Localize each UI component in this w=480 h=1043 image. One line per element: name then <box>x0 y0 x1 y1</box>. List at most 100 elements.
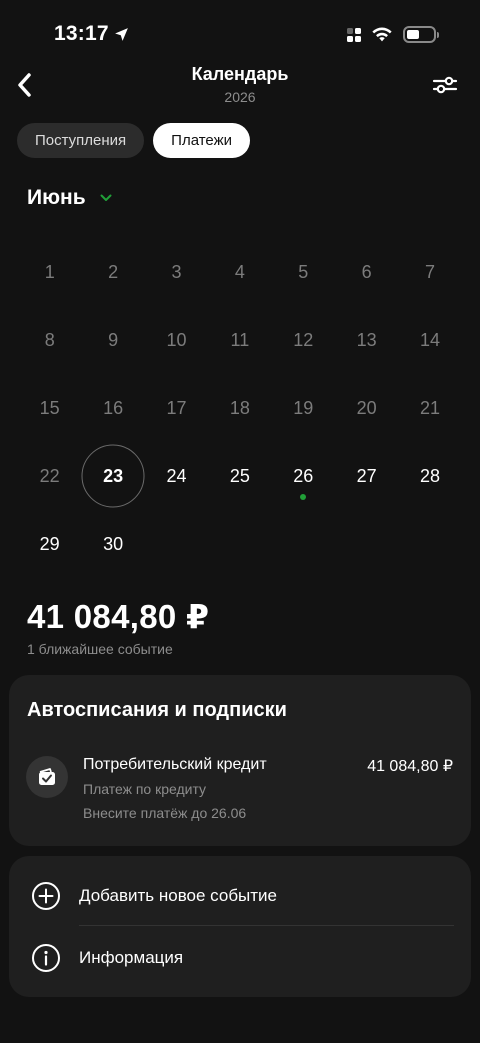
calendar-day-number: 21 <box>420 397 441 418</box>
calendar-day[interactable]: 19 <box>272 374 335 442</box>
status-time: 13:17 <box>54 22 130 46</box>
cellular-signal-icon <box>347 27 361 42</box>
calendar-day[interactable]: 25 <box>208 442 271 510</box>
calendar-day[interactable]: 21 <box>398 374 461 442</box>
calendar-week-row: 15 16 17 18 19 20 21 <box>18 374 462 442</box>
month-label: Июнь <box>27 186 86 209</box>
calendar-day-number: 27 <box>356 465 377 486</box>
calendar-day-number: 11 <box>230 329 250 350</box>
calendar-day-number: 24 <box>166 465 187 486</box>
calendar-day-number: 5 <box>298 261 309 282</box>
payment-name: Потребительский кредит <box>83 756 267 773</box>
calendar-grid: 1 2 3 4 5 6 7 8 9 10 11 12 13 14 15 16 17 18 19 20 21 22 23 24 2… <box>18 238 462 578</box>
battery-icon <box>403 26 439 43</box>
calendar-day-number: 13 <box>356 329 377 350</box>
autopay-title: Автосписания и подписки <box>27 699 287 721</box>
calendar-day[interactable]: 15 <box>18 374 81 442</box>
calendar-day[interactable]: 9 <box>81 306 144 374</box>
page-title: Календарь <box>191 64 289 84</box>
calendar-day-number: 14 <box>420 329 441 350</box>
calendar-day-number: 28 <box>420 465 441 486</box>
calendar-day[interactable]: 24 <box>145 442 208 510</box>
calendar-day[interactable]: 13 <box>335 306 398 374</box>
calendar-day-number: 4 <box>234 261 245 282</box>
calendar-day[interactable]: 10 <box>145 306 208 374</box>
calendar-day-number: 12 <box>293 329 314 350</box>
events-count: 1 ближайшее событие <box>27 641 173 657</box>
calendar-day-number: 20 <box>356 397 377 418</box>
payment-amount: 41 084,80 ₽ <box>367 758 453 775</box>
wallet-check-icon <box>39 768 55 785</box>
calendar-day-number: 9 <box>108 329 119 350</box>
calendar-week-row: 22 23 24 25 26 27 28 <box>18 442 462 510</box>
calendar-day-number: 22 <box>39 465 60 486</box>
payment-type: Платеж по кредиту <box>83 781 207 797</box>
add-event-button[interactable]: Добавить новое событие <box>9 861 471 931</box>
calendar-day[interactable]: 7 <box>398 238 461 306</box>
calendar-day[interactable]: 11 <box>208 306 271 374</box>
calendar-day-number: 26 <box>293 465 314 486</box>
page-subtitle-year: 2026 <box>224 89 256 105</box>
calendar-day-number: 23 <box>103 465 124 486</box>
payment-icon <box>26 756 68 798</box>
calendar-week-row: 8 9 10 11 12 13 14 <box>18 306 462 374</box>
info-button[interactable]: Информация <box>9 923 471 993</box>
calendar-day-today[interactable]: 23 <box>81 442 145 510</box>
calendar-day-number: 1 <box>44 261 55 282</box>
chevron-down-icon <box>100 194 112 201</box>
calendar-day[interactable]: 5 <box>272 238 335 306</box>
sliders-icon <box>432 76 458 94</box>
tab-incoming[interactable]: Поступления <box>17 123 145 158</box>
calendar-day-number: 19 <box>293 397 314 418</box>
calendar-day[interactable]: 27 <box>335 442 398 510</box>
calendar-day[interactable]: 30 <box>81 510 144 578</box>
event-dot <box>300 494 307 500</box>
calendar-day-number: 17 <box>166 397 187 418</box>
plus-circle-icon <box>32 882 60 910</box>
calendar-day-number: 25 <box>229 465 250 486</box>
tab-switcher: Поступления Платежи <box>17 123 251 158</box>
calendar-day[interactable]: 14 <box>398 306 461 374</box>
calendar-day[interactable]: 29 <box>18 510 81 578</box>
calendar-day-number: 29 <box>39 533 60 554</box>
status-bar: 13:17 <box>0 0 480 70</box>
status-icons <box>347 26 439 43</box>
autopay-card: Автосписания и подписки Потребительский … <box>9 675 471 846</box>
calendar-day[interactable]: 17 <box>145 374 208 442</box>
total-amount: 41 084,80 ₽ <box>27 598 210 635</box>
status-time-text: 13:17 <box>54 22 109 45</box>
calendar-day[interactable]: 1 <box>18 238 81 306</box>
calendar-day[interactable]: 16 <box>81 374 144 442</box>
calendar-day[interactable]: 6 <box>335 238 398 306</box>
payment-due: Внесите платёж до 26.06 <box>83 805 247 821</box>
month-selector[interactable]: Июнь <box>27 186 112 210</box>
tab-payments[interactable]: Платежи <box>153 123 251 158</box>
calendar-week-row: 1 2 3 4 5 6 7 <box>18 238 462 306</box>
calendar-day-number: 3 <box>171 261 182 282</box>
calendar-week-row: 29 30 <box>18 510 462 578</box>
calendar-day[interactable]: 3 <box>145 238 208 306</box>
location-arrow-icon <box>114 27 128 41</box>
calendar-day[interactable]: 4 <box>208 238 271 306</box>
info-label: Информация <box>79 948 184 967</box>
calendar-day-number: 18 <box>229 397 250 418</box>
add-event-label: Добавить новое событие <box>79 886 278 905</box>
calendar-day[interactable]: 18 <box>208 374 271 442</box>
calendar-day[interactable]: 12 <box>272 306 335 374</box>
calendar-day[interactable]: 2 <box>81 238 144 306</box>
calendar-day-number: 30 <box>103 533 124 554</box>
calendar-day-number: 2 <box>108 261 119 282</box>
calendar-day-number: 6 <box>361 261 372 282</box>
calendar-day-number: 7 <box>425 261 436 282</box>
filter-button[interactable] <box>432 74 458 96</box>
calendar-day[interactable]: 28 <box>398 442 461 510</box>
calendar-day-number: 16 <box>103 397 124 418</box>
calendar-day[interactable]: 20 <box>335 374 398 442</box>
calendar-day-number: 15 <box>39 397 60 418</box>
info-icon <box>32 944 60 972</box>
calendar-day[interactable]: 8 <box>18 306 81 374</box>
calendar-day[interactable]: 26 <box>272 442 335 510</box>
calendar-day[interactable]: 22 <box>18 442 81 510</box>
actions-card: Добавить новое событие Информация <box>9 856 471 997</box>
calendar-day-number: 8 <box>44 329 55 350</box>
